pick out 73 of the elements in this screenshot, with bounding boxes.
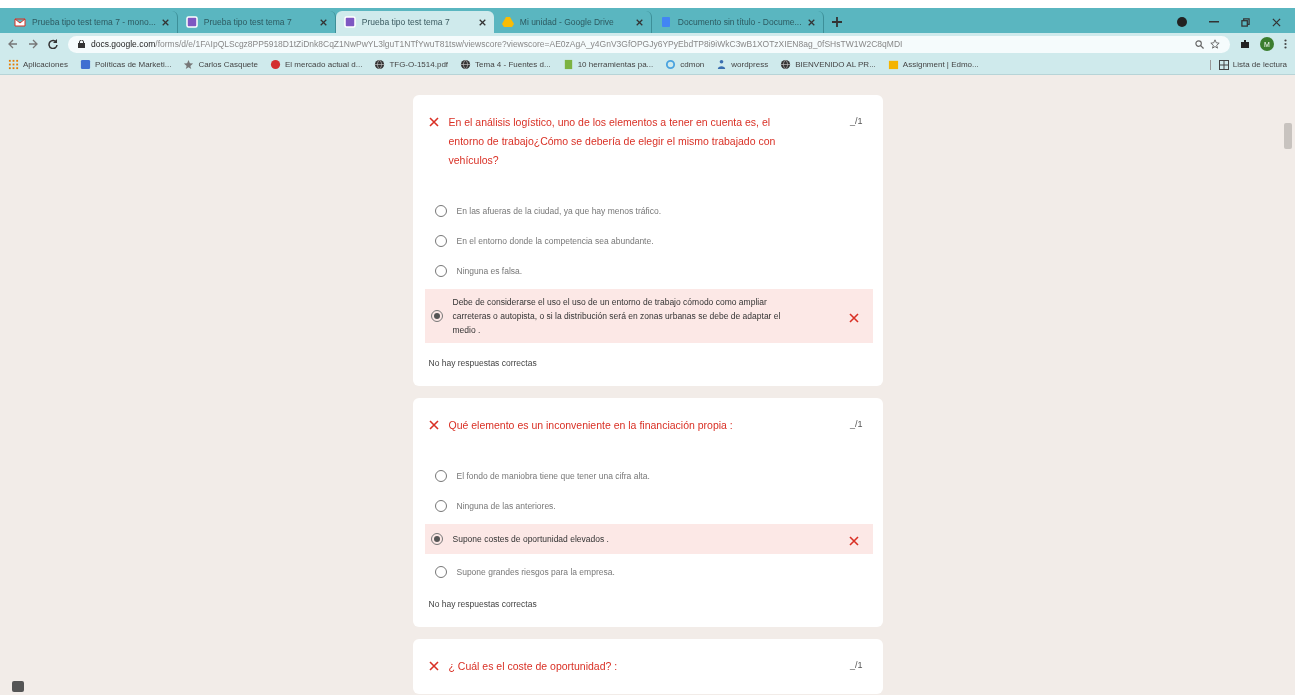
option-text: En el entorno donde la competencia sea abundante. bbox=[456, 235, 655, 248]
bookmark[interactable]: TFG-O-1514.pdf bbox=[374, 59, 449, 70]
scroll-thumb[interactable] bbox=[1284, 123, 1292, 149]
bookmark[interactable]: Tema 4 - Fuentes d... bbox=[460, 59, 551, 70]
tab-title: Mi unidad - Google Drive bbox=[519, 17, 615, 27]
question-title: En el análisis logístico, uno de los elementos a tener en cuenta es, el entorno de trabajo¿Cómo se debería de elegir el mismo trabajado con vehículos? bbox=[448, 115, 777, 168]
browser-tab[interactable]: Prueba tipo test tema 7 bbox=[335, 11, 494, 33]
close-icon[interactable] bbox=[161, 18, 169, 26]
bookmark[interactable]: 10 herramientas pa... bbox=[562, 59, 654, 70]
close-icon[interactable] bbox=[478, 18, 486, 26]
star-icon[interactable] bbox=[1210, 39, 1220, 49]
bookmark[interactable]: El mercado actual d... bbox=[270, 59, 363, 70]
reload-icon[interactable] bbox=[48, 39, 58, 49]
score: _/1 bbox=[850, 418, 863, 429]
ring-icon bbox=[665, 59, 677, 70]
bookmark[interactable]: Assignment | Edmo... bbox=[887, 59, 979, 70]
question-title: Qué elemento es un inconveniente en la financiación propia : bbox=[448, 418, 734, 433]
feedback-text: No hay respuestas correctas bbox=[428, 599, 538, 609]
bookmark[interactable]: wordpress bbox=[716, 59, 769, 70]
option-text: Ninguna es falsa. bbox=[456, 265, 524, 278]
option-text: En las afueras de la ciudad, ya que hay menos tráfico. bbox=[456, 205, 663, 218]
bookmark[interactable]: BIENVENIDO AL PR... bbox=[780, 59, 876, 70]
address-bar[interactable]: docs.google.com/forms/d/e/1FAIpQLScgz8PP5918D1tZiDnk8CqZ1NwPwYL3lguT1NTfYwuT81tsw/viewscore?viewscore=AE0zAgA_y4GnV3GfOPGJy6YPyEbdTP8i9iWkC3wB1XOTzXIEN8ag_0fSHsTW1W2C8qMDI bbox=[68, 35, 1230, 53]
forward-icon[interactable] bbox=[28, 39, 38, 49]
circle-icon[interactable] bbox=[1177, 17, 1187, 27]
form-icon bbox=[343, 16, 356, 28]
option-text: Ninguna de las anteriores. bbox=[456, 500, 557, 513]
person-icon bbox=[716, 59, 728, 70]
close-icon[interactable] bbox=[1272, 18, 1281, 27]
tab-title: Documento sin título - Docume... bbox=[677, 17, 802, 27]
minimize-icon[interactable] bbox=[1209, 21, 1219, 23]
tab-title: Prueba tipo test tema 7 - mono... bbox=[32, 17, 156, 27]
tab-title: Prueba tipo test tema 7 bbox=[203, 17, 293, 27]
back-icon[interactable] bbox=[8, 39, 18, 49]
wrong-icon bbox=[848, 313, 859, 323]
close-icon[interactable] bbox=[319, 18, 327, 26]
restore-icon[interactable] bbox=[1241, 18, 1250, 27]
reading-list[interactable]: Lista de lectura bbox=[1209, 59, 1287, 70]
option-text: Supone costes de oportunidad elevados . bbox=[452, 533, 610, 546]
globe-icon bbox=[780, 59, 792, 70]
folder-icon bbox=[887, 59, 899, 70]
zoom-icon[interactable] bbox=[1195, 39, 1204, 49]
form-icon bbox=[79, 59, 91, 70]
bookmark[interactable]: Políticas de Marketi... bbox=[79, 59, 172, 70]
globe-icon bbox=[460, 59, 472, 70]
tab-title: Prueba tipo test tema 7 bbox=[361, 17, 451, 27]
option-text: Debe de considerarse el uso el uso de un entorno de trabajo cómodo como ampliar carreteras o autopista, o si la distribución será en zonas urbanas se debe de adaptar el medio . bbox=[452, 296, 782, 337]
lock-icon bbox=[78, 40, 85, 48]
score: _/1 bbox=[850, 659, 863, 670]
form-icon bbox=[185, 16, 198, 28]
feedback-text: No hay respuestas correctas bbox=[428, 358, 538, 368]
close-icon[interactable] bbox=[807, 18, 815, 26]
sheet-icon bbox=[562, 59, 574, 70]
bookmark[interactable]: cdmon bbox=[665, 59, 705, 70]
puzzle-icon[interactable] bbox=[1240, 39, 1250, 49]
bookmark[interactable]: Aplicaciones bbox=[8, 59, 68, 70]
option-text: Supone grandes riesgos para la empresa. bbox=[456, 566, 616, 579]
option-text: El fondo de maniobra tiene que tener una cifra alta. bbox=[456, 470, 651, 483]
close-icon[interactable] bbox=[635, 18, 643, 26]
star-icon bbox=[183, 59, 195, 70]
bookmark[interactable]: Carlos Casquete bbox=[183, 59, 258, 70]
globe-icon bbox=[374, 59, 386, 70]
plus-icon[interactable] bbox=[831, 17, 842, 27]
dot-icon bbox=[270, 59, 281, 70]
wrong-icon bbox=[848, 536, 859, 546]
question-title: ¿ Cuál es el coste de oportunidad? : bbox=[448, 659, 619, 674]
grid-icon bbox=[8, 59, 19, 70]
url-text: docs.google.com/forms/d/e/1FAIpQLScgz8PP5918D1tZiDnk8CqZ1NwPwYL3lguT1NTfYwuT81tsw/viewscore?viewscore=AE0zAgA_y4GnV3GfOPGJy6YPyEbdTP8i9iWkC3wB1XOTzXIEN8ag_0fSHsTW1W2C8qMDI bbox=[91, 39, 903, 49]
mail-icon bbox=[14, 16, 26, 28]
score: _/1 bbox=[850, 115, 863, 126]
menu-icon[interactable] bbox=[1284, 39, 1287, 49]
feedback-icon[interactable] bbox=[12, 681, 24, 692]
document-icon bbox=[659, 16, 672, 28]
